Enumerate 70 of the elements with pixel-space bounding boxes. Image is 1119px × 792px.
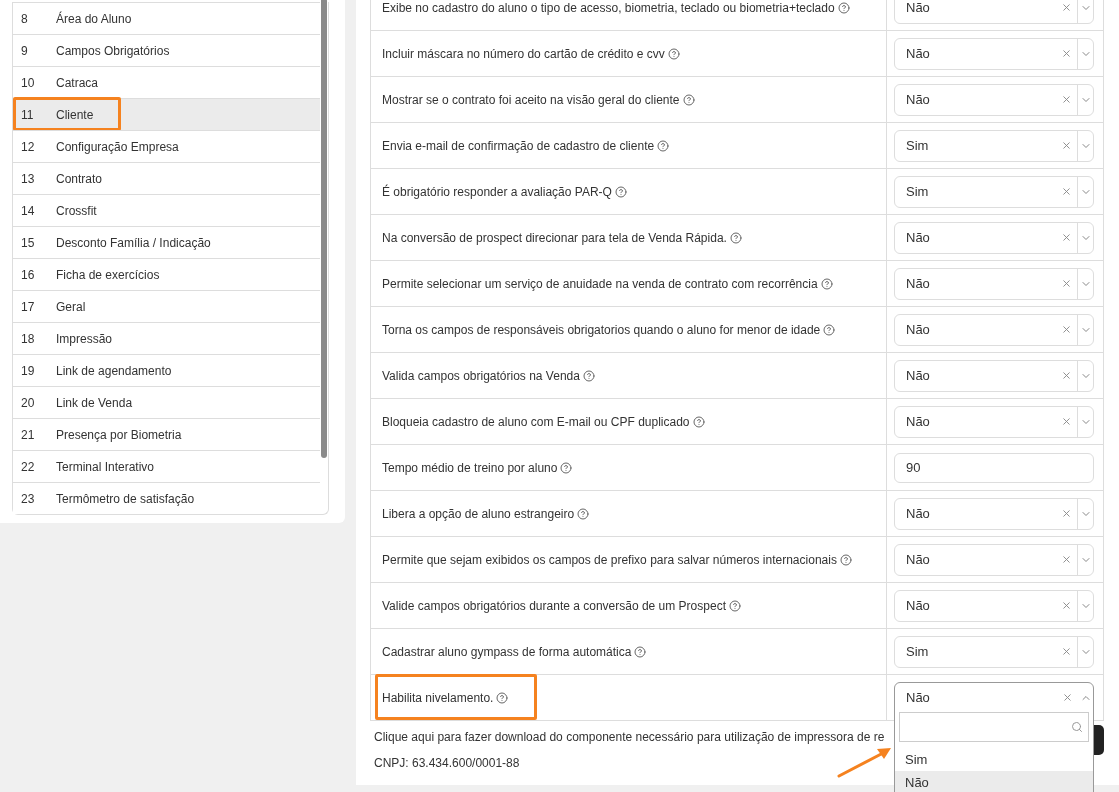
help-icon[interactable] bbox=[820, 277, 833, 290]
select-field[interactable]: Não bbox=[894, 543, 1094, 576]
cnpj-text: CNPJ: 63.434.600/0001-88 bbox=[374, 755, 520, 772]
select-field[interactable]: Não bbox=[894, 313, 1094, 346]
setting-label: Torna os campos de responsáveis obrigatorios quando o aluno for menor de idade bbox=[382, 322, 821, 337]
clear-icon[interactable] bbox=[1062, 692, 1073, 703]
setting-label: Libera a opção de aluno estrangeiro bbox=[382, 506, 575, 521]
select-field[interactable]: Não bbox=[894, 0, 1094, 24]
setting-label: Cadastrar aluno gympass de forma automática bbox=[382, 644, 632, 659]
setting-label: Incluir máscara no número do cartão de crédito e cvv bbox=[382, 46, 665, 61]
help-icon[interactable] bbox=[560, 461, 573, 474]
setting-label: É obrigatório responder a avaliação PAR-Q bbox=[382, 184, 612, 199]
clear-icon[interactable] bbox=[1061, 2, 1072, 13]
select-field[interactable]: Sim bbox=[894, 635, 1094, 668]
clear-icon[interactable] bbox=[1061, 278, 1072, 289]
search-field[interactable] bbox=[899, 712, 1089, 742]
clear-icon[interactable] bbox=[1061, 554, 1072, 565]
select-field[interactable]: Sim bbox=[894, 129, 1094, 162]
download-link[interactable]: Clique aqui para fazer download do componente necessário para utilização de impressora de re bbox=[374, 724, 885, 750]
clear-icon[interactable] bbox=[1061, 94, 1072, 105]
setting-label: Valide campos obrigatórios durante a conversão de um Prospect bbox=[382, 598, 726, 613]
select-field[interactable]: Não bbox=[894, 37, 1094, 70]
setting-label: Permite que sejam exibidos os campos de prefixo para salvar números internacionais bbox=[382, 552, 837, 567]
clear-icon[interactable] bbox=[1061, 324, 1072, 335]
help-icon[interactable] bbox=[823, 323, 836, 336]
help-icon[interactable] bbox=[577, 507, 590, 520]
help-icon[interactable] bbox=[839, 553, 852, 566]
setting-label: Valida campos obrigatórios na Venda bbox=[382, 368, 580, 383]
select-field[interactable]: Não bbox=[894, 83, 1094, 116]
clear-icon[interactable] bbox=[1061, 232, 1072, 243]
select-field[interactable]: Não bbox=[894, 405, 1094, 438]
sidebar-item[interactable]: 23 Termômetro de satisfação bbox=[13, 482, 320, 514]
help-icon[interactable] bbox=[634, 645, 647, 658]
clear-icon[interactable] bbox=[1061, 600, 1072, 611]
setting-label: Mostrar se o contrato foi aceito na visão geral do cliente bbox=[382, 92, 680, 107]
help-icon[interactable] bbox=[614, 185, 627, 198]
setting-label: Tempo médio de treino por aluno bbox=[382, 460, 558, 475]
setting-label: Habilita nivelamento. bbox=[382, 690, 494, 705]
clear-icon[interactable] bbox=[1061, 508, 1072, 519]
scrollbar-thumb[interactable] bbox=[321, 0, 327, 458]
help-icon[interactable] bbox=[496, 691, 509, 704]
select-field[interactable]: Não bbox=[894, 221, 1094, 254]
select-field[interactable]: Não bbox=[894, 267, 1094, 300]
help-icon[interactable] bbox=[729, 231, 742, 244]
clear-icon[interactable] bbox=[1061, 646, 1072, 657]
clear-icon[interactable] bbox=[1061, 186, 1072, 197]
help-icon[interactable] bbox=[582, 369, 595, 382]
help-icon[interactable] bbox=[682, 93, 695, 106]
clear-icon[interactable] bbox=[1061, 416, 1072, 427]
select-field[interactable]: Sim bbox=[894, 175, 1094, 208]
input-field[interactable]: 90 bbox=[894, 452, 1094, 483]
sidebar-item[interactable]: 11 Cliente bbox=[13, 98, 320, 130]
setting-label: Permite selecionar um serviço de anuidade na venda de contrato com recorrência bbox=[382, 276, 818, 291]
help-icon[interactable] bbox=[667, 47, 680, 60]
clear-icon[interactable] bbox=[1061, 48, 1072, 59]
help-icon[interactable] bbox=[657, 139, 670, 152]
help-icon[interactable] bbox=[728, 599, 741, 612]
setting-label: Exibe no cadastro do aluno o tipo de acesso, biometria, teclado ou biometria+teclado bbox=[382, 0, 835, 15]
help-icon[interactable] bbox=[692, 415, 705, 428]
help-icon[interactable] bbox=[837, 1, 850, 14]
clear-icon[interactable] bbox=[1061, 140, 1072, 151]
clear-icon[interactable] bbox=[1061, 370, 1072, 381]
setting-label: Envia e-mail de confirmação de cadastro de cliente bbox=[382, 138, 655, 153]
setting-label: Bloqueia cadastro de aluno com E-mail ou CPF duplicado bbox=[382, 414, 690, 429]
select-field[interactable]: Não bbox=[894, 359, 1094, 392]
select-field[interactable]: Não bbox=[894, 589, 1094, 622]
search-icon bbox=[1071, 721, 1083, 733]
dropdown-option[interactable]: Não bbox=[895, 771, 1093, 792]
select-field[interactable]: Não bbox=[894, 497, 1094, 530]
setting-label: Na conversão de prospect direcionar para tela de Venda Rápida. bbox=[382, 230, 727, 245]
